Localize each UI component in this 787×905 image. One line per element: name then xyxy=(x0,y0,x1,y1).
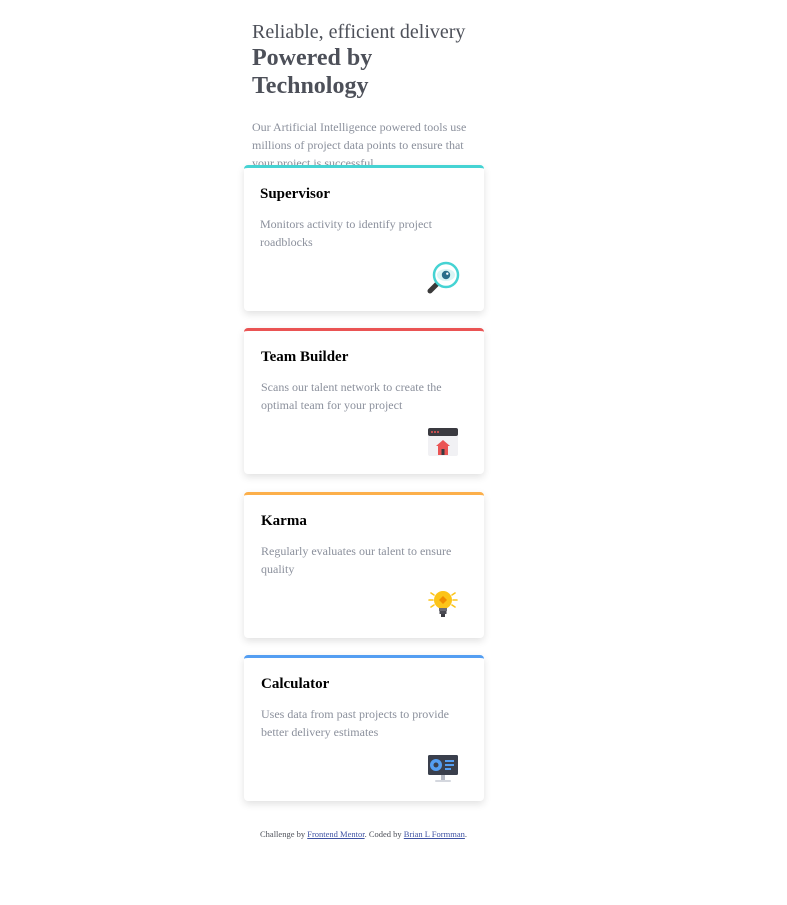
card-team-builder: Team Builder Scans our talent network to… xyxy=(244,328,484,474)
card-title: Karma xyxy=(261,513,307,529)
attribution: Challenge by Frontend Mentor. Coded by B… xyxy=(0,828,727,840)
browser-house-icon xyxy=(426,424,460,458)
page-intro: Our Artificial Intelligence powered tool… xyxy=(252,120,467,170)
attribution-suffix: . xyxy=(464,829,467,839)
monitor-chart-icon xyxy=(426,751,460,785)
card-calculator: Calculator Uses data from past projects … xyxy=(244,655,484,801)
card-description: Scans our talent network to create the o… xyxy=(261,380,442,412)
page-header: Reliable, efficient delivery Powered by … xyxy=(252,20,482,172)
card-description: Uses data from past projects to provide … xyxy=(261,707,449,739)
author-link[interactable]: Brian L Formman xyxy=(404,829,465,839)
attribution-middle: . Coded by xyxy=(364,829,404,839)
card-title: Team Builder xyxy=(261,349,349,365)
card-title: Calculator xyxy=(261,676,330,692)
attribution-prefix: Challenge by xyxy=(260,829,308,839)
frontend-mentor-link[interactable]: Frontend Mentor xyxy=(307,829,364,839)
page-title: Powered by Technology xyxy=(252,45,373,99)
page-kicker: Reliable, efficient delivery xyxy=(252,21,466,43)
magnifying-glass-eye-icon xyxy=(426,261,460,295)
card-description: Monitors activity to identify project ro… xyxy=(260,217,432,249)
card-karma: Karma Regularly evaluates our talent to … xyxy=(244,492,484,638)
card-title: Supervisor xyxy=(260,186,331,202)
card-supervisor: Supervisor Monitors activity to identify… xyxy=(244,165,484,311)
card-description: Regularly evaluates our talent to ensure… xyxy=(261,544,452,576)
lightbulb-icon xyxy=(426,588,460,622)
